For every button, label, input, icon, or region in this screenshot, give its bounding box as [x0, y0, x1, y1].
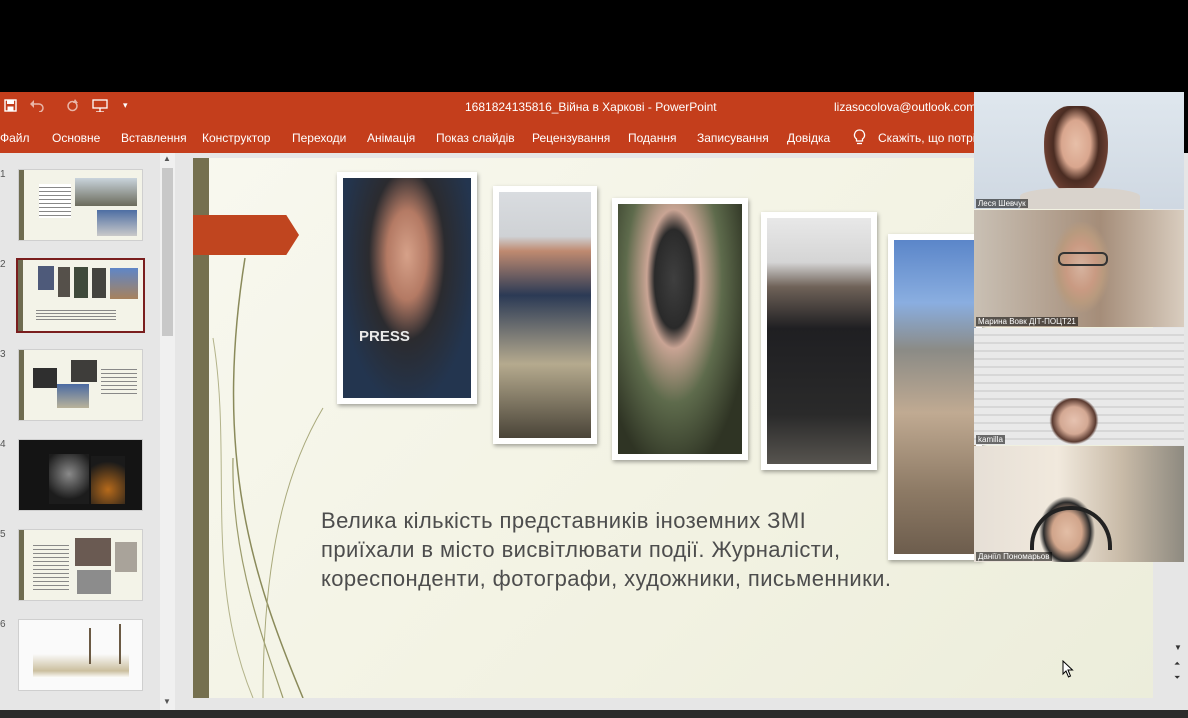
slide-number: 3 [0, 349, 6, 360]
participant-avatar [1046, 222, 1116, 322]
slide-thumbnail-3[interactable] [18, 349, 143, 421]
photo-ruins [888, 234, 982, 560]
participant-name: kamilla [976, 435, 1005, 444]
thumb-photo [74, 267, 88, 298]
account-name[interactable]: lizasocolova@outlook.com [834, 100, 976, 114]
thumb-photo [110, 268, 138, 299]
video-tile[interactable]: Даніїл Пономарьов [974, 446, 1184, 562]
thumb-photo [71, 360, 97, 382]
thumb-accent-bar [18, 260, 23, 331]
photo-journalist-2 [493, 186, 597, 444]
slide-thumbnail-4[interactable] [18, 439, 143, 511]
tab-file[interactable]: Файл [0, 131, 30, 145]
photo-journalist-1: PRESS [337, 172, 477, 404]
lightbulb-icon[interactable] [853, 129, 866, 148]
tab-view[interactable]: Подання [628, 131, 676, 145]
photo-journalist-4 [761, 212, 877, 470]
glasses-icon [1058, 252, 1108, 266]
thumb-photo [115, 542, 137, 572]
undo-icon[interactable] [29, 99, 45, 115]
mouse-cursor-icon [1062, 659, 1074, 683]
tab-review[interactable]: Рецензування [532, 131, 610, 145]
video-tile[interactable]: kamilla [974, 328, 1184, 445]
thumb-photo [33, 654, 129, 678]
photo-journalist-3 [612, 198, 748, 460]
participant-avatar [1046, 398, 1102, 445]
slide-thumbnail-1[interactable] [18, 169, 143, 241]
slide-number: 1 [0, 169, 6, 180]
slide-thumbnail-5[interactable] [18, 529, 143, 601]
thumb-photo [119, 624, 121, 664]
tab-recording[interactable]: Записування [697, 131, 769, 145]
thumb-photo [91, 456, 125, 504]
tab-help[interactable]: Довідка [787, 131, 830, 145]
slide-number: 5 [0, 529, 6, 540]
scroll-up-icon[interactable]: ▲ [163, 154, 171, 163]
thumb-text [33, 542, 69, 590]
thumb-accent-bar [19, 530, 24, 600]
thumb-photo [49, 454, 89, 504]
slide-body-text[interactable]: Велика кількість представників іноземних… [321, 506, 901, 593]
tab-animations[interactable]: Анімація [367, 131, 415, 145]
video-tile[interactable]: Леся Шевчук [974, 92, 1184, 209]
present-icon[interactable] [92, 99, 108, 115]
press-label-icon: PRESS [359, 328, 410, 345]
slide-thumbnail-pane: 1 2 3 4 5 6 [0, 153, 176, 710]
thumb-accent-bar [19, 170, 24, 240]
slide-number: 4 [0, 439, 6, 450]
tab-insert[interactable]: Вставлення [121, 131, 187, 145]
slide-thumbnail-6[interactable] [18, 619, 143, 691]
thumb-photo [75, 178, 137, 206]
video-tile[interactable]: Марина Вовк ДІТ-ПОЦТ21 [974, 210, 1184, 327]
participant-name: Леся Шевчук [976, 199, 1028, 208]
slide-number: 2 [0, 259, 6, 270]
arrow-banner [193, 215, 299, 255]
thumb-text [101, 366, 137, 394]
slide-number: 6 [0, 619, 6, 630]
next-slide-icon[interactable]: ⏷ [1174, 673, 1180, 683]
tell-me-search[interactable]: Скажіть, що потрібно зробити [878, 131, 974, 145]
thumb-photo [38, 266, 54, 290]
tab-home[interactable]: Основне [52, 131, 100, 145]
title-bar: ▾ 1681824135816_Війна в Харкові - PowerP… [0, 92, 976, 123]
thumb-photo [92, 268, 106, 298]
thumb-photo [89, 628, 91, 664]
tab-transitions[interactable]: Переходи [292, 131, 346, 145]
thumb-photo [97, 210, 137, 236]
scroll-down-icon[interactable]: ▼ [163, 697, 171, 706]
status-bar [0, 710, 1188, 718]
participant-name: Даніїл Пономарьов [976, 552, 1052, 561]
scroll-down-icon[interactable]: ▼ [1174, 643, 1182, 652]
thumb-accent-bar [19, 350, 24, 420]
thumb-photo [75, 538, 111, 566]
participant-shoulders [1020, 188, 1140, 209]
tab-design[interactable]: Конструктор [202, 131, 270, 145]
save-icon[interactable] [4, 99, 17, 115]
participant-avatar [1044, 106, 1108, 196]
thumb-text [36, 308, 116, 322]
ribbon-tabs: Файл Основне Вставлення Конструктор Пере… [0, 123, 974, 153]
redo-icon[interactable] [66, 99, 79, 115]
thumb-photo [57, 384, 89, 408]
previous-slide-icon[interactable]: ⏶ [1174, 659, 1180, 669]
slide-thumbnail-2[interactable] [16, 258, 145, 333]
thumb-photo [33, 368, 57, 388]
scrollbar-thumb[interactable] [162, 168, 173, 336]
thumb-photo [58, 267, 70, 297]
customize-icon[interactable]: ▾ [123, 100, 128, 111]
document-title: 1681824135816_Війна в Харкові - PowerPoi… [465, 100, 717, 114]
thumb-photo [77, 570, 111, 594]
thumb-text [39, 184, 71, 218]
tab-slideshow[interactable]: Показ слайдів [436, 131, 515, 145]
participant-name: Марина Вовк ДІТ-ПОЦТ21 [976, 317, 1078, 326]
